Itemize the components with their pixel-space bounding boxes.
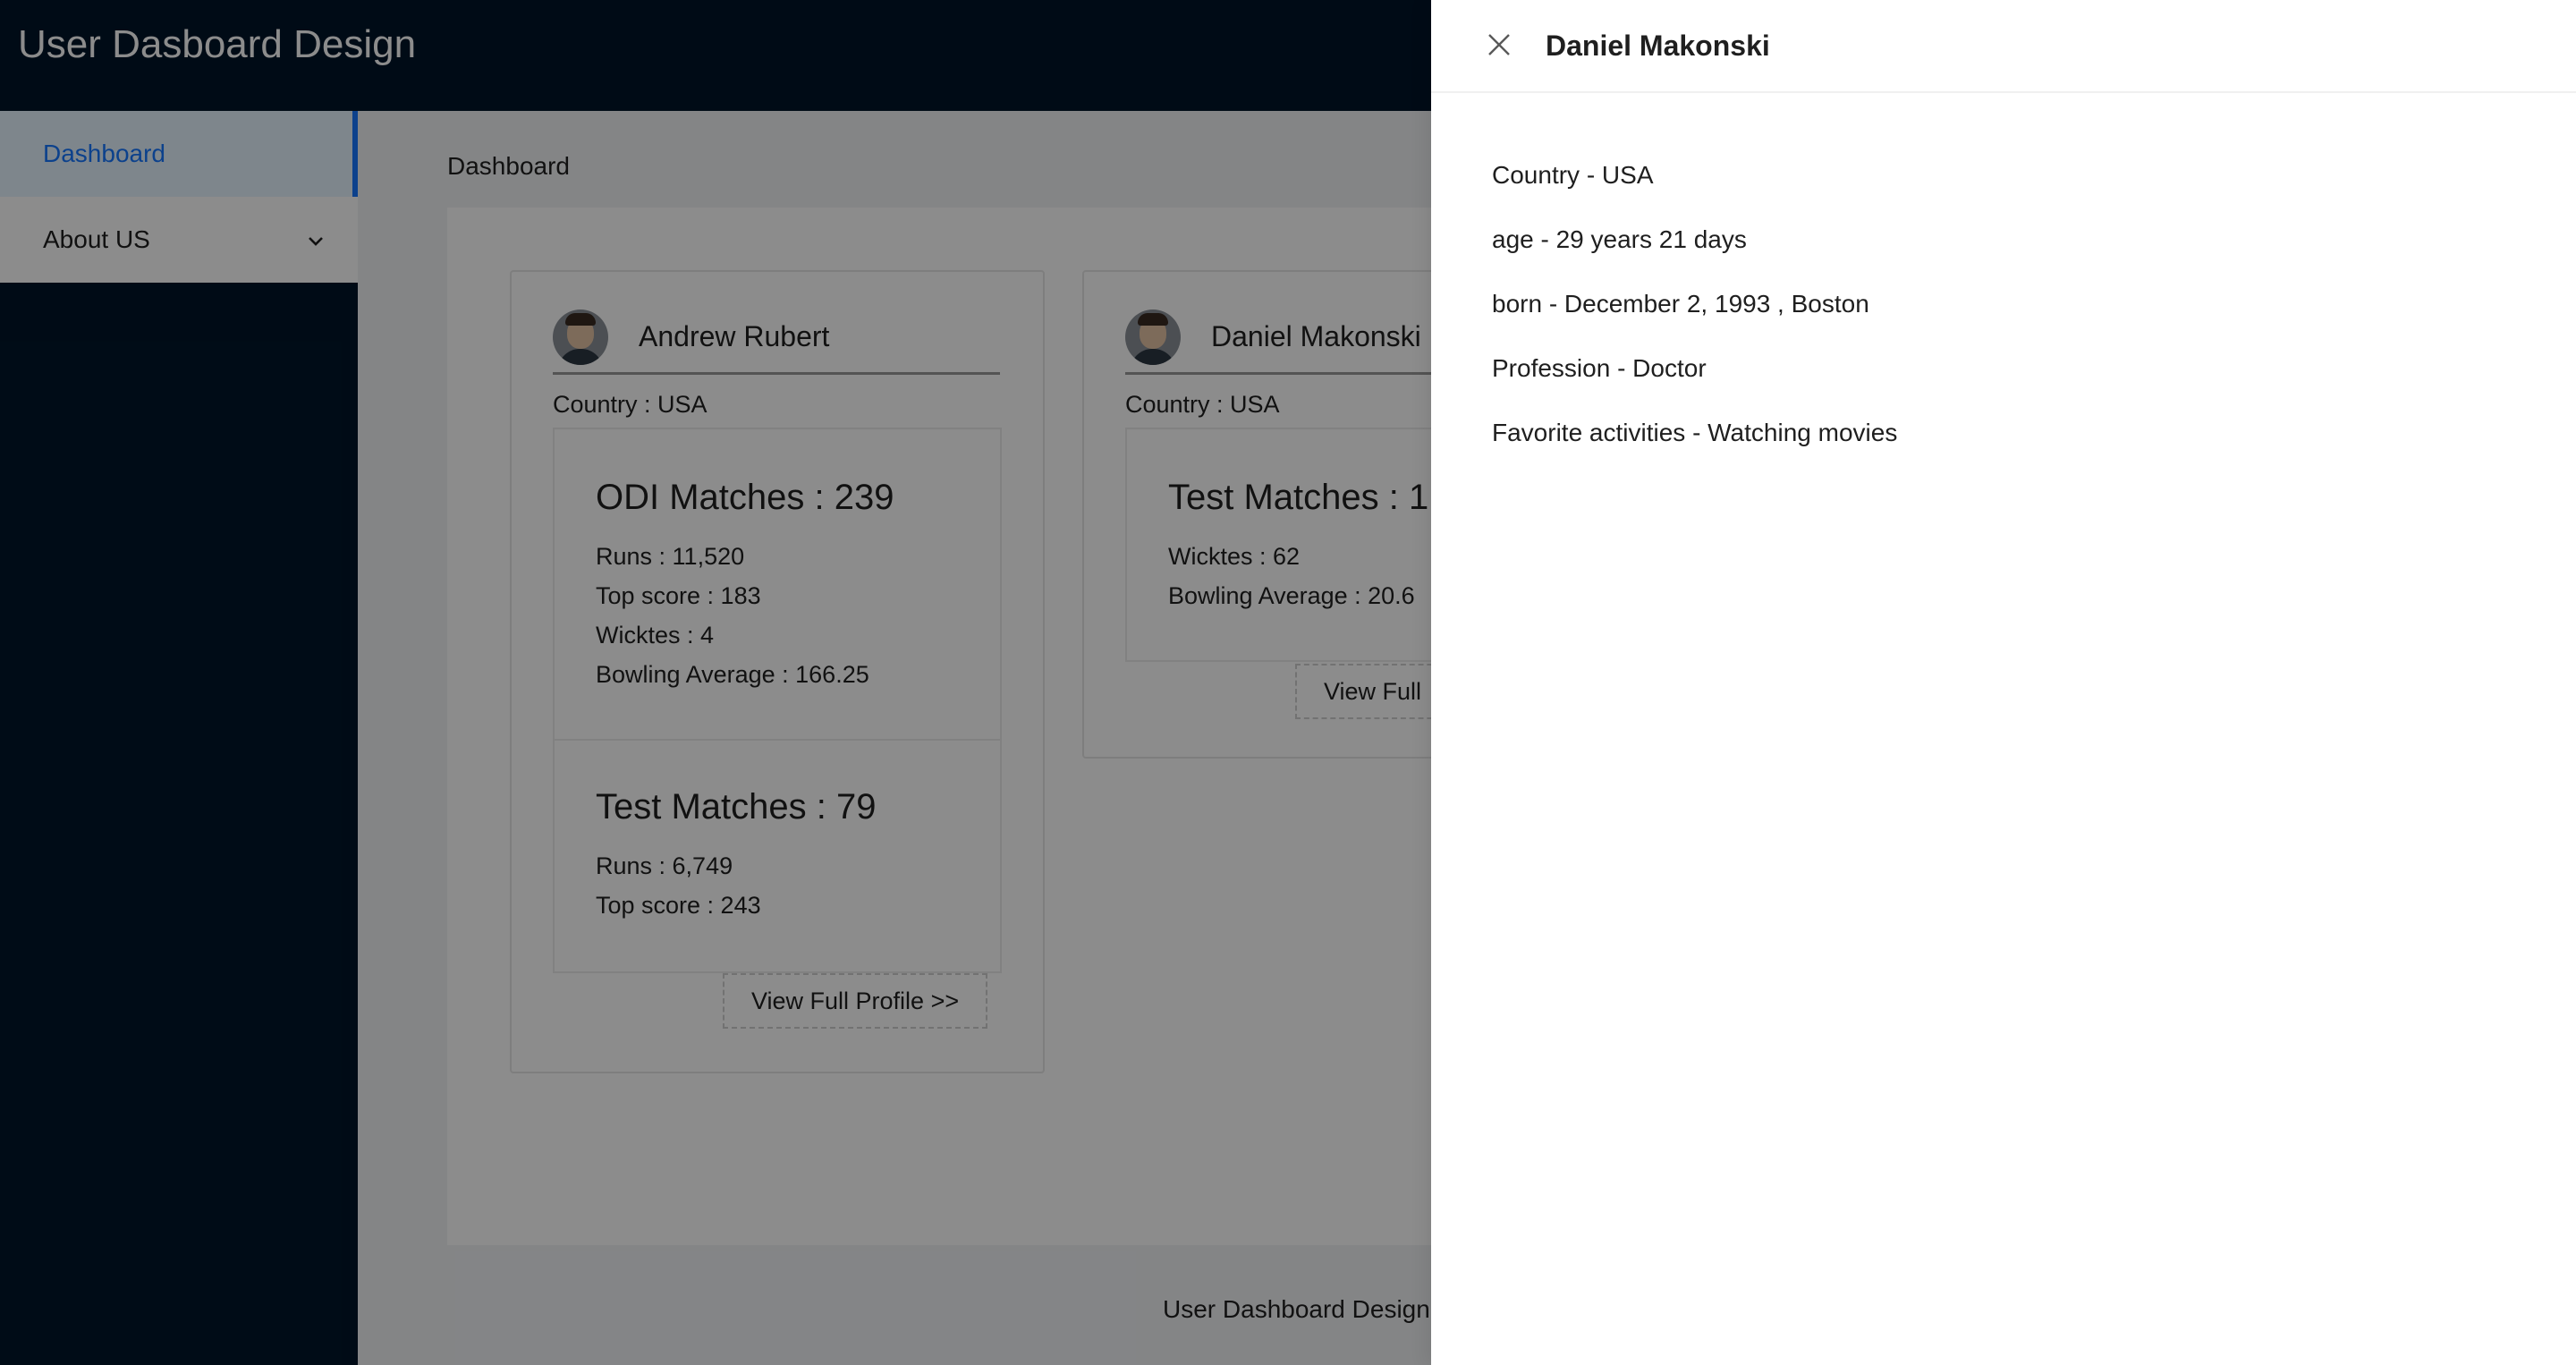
drawer-info-line: born - December 2, 1993 , Boston [1492, 290, 1869, 318]
drawer-info-line: age - 29 years 21 days [1492, 225, 1747, 253]
drawer-title: Daniel Makonski [1546, 30, 1770, 62]
drawer-info-line: Favorite activities - Watching movies [1492, 419, 1898, 446]
close-icon[interactable] [1481, 27, 1517, 63]
drawer-info-line: Country - USA [1492, 161, 1654, 189]
drawer-header: Daniel Makonski [1431, 0, 2576, 93]
profile-drawer: Daniel Makonski Country - USA age - 29 y… [1431, 0, 2576, 1365]
drawer-info-line: Profession - Doctor [1492, 354, 1707, 382]
